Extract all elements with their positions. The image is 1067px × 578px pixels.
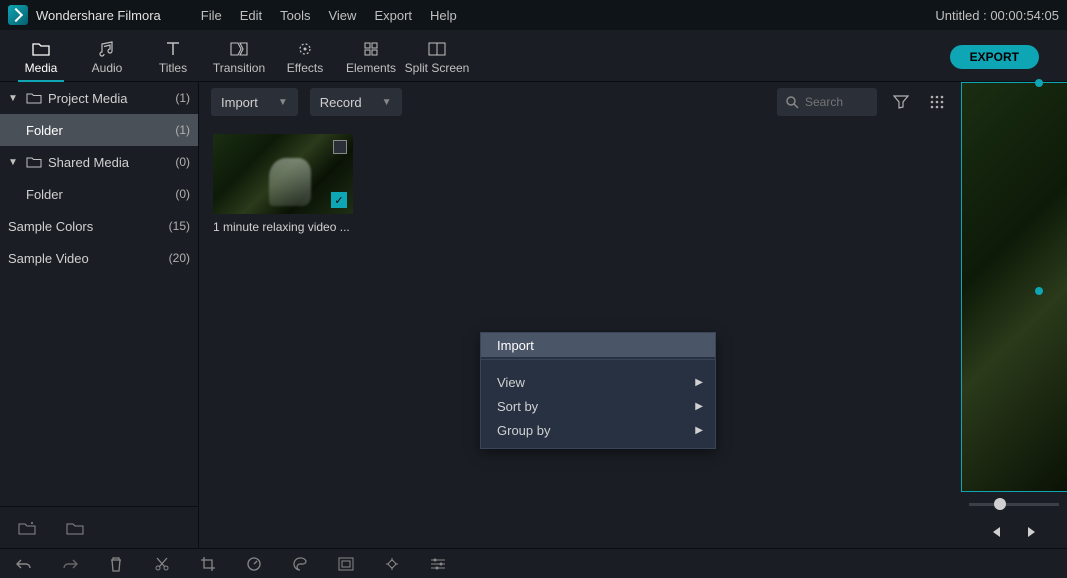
timeline-toolbar [0,548,1067,578]
speed-button[interactable] [244,554,264,574]
color-button[interactable] [290,554,310,574]
tab-titles[interactable]: Titles [140,33,206,81]
preview-controls [961,516,1067,548]
redo-button[interactable] [60,554,80,574]
search-box[interactable] [777,88,877,116]
tab-transition[interactable]: Transition [206,33,272,81]
import-dropdown[interactable]: Import ▼ [211,88,298,116]
grid-view-icon[interactable] [925,90,949,114]
media-item[interactable]: ✓ 1 minute relaxing video ... [213,134,353,234]
export-button[interactable]: EXPORT [950,45,1039,69]
ctx-import[interactable]: Import [481,333,715,357]
crop-button[interactable] [198,554,218,574]
tab-media[interactable]: Media [8,33,74,81]
ctx-sortby[interactable]: Sort by▶ [481,394,715,418]
preview-zoom-slider[interactable] [961,492,1067,516]
tree-sample-video[interactable]: Sample Video (20) [0,242,198,274]
media-thumbnail[interactable]: ✓ [213,134,353,214]
menu-export[interactable]: Export [374,8,412,23]
media-area: Import ▼ Record ▼ ✓ [198,82,961,548]
clip-type-icon [333,140,347,154]
search-input[interactable] [805,95,865,109]
tree-folder-selected[interactable]: Folder (1) [0,114,198,146]
elements-icon [363,39,379,59]
tab-audio[interactable]: Audio [74,33,140,81]
ctx-groupby[interactable]: Group by▶ [481,418,715,442]
tab-effects[interactable]: Effects [272,33,338,81]
keyframe-button[interactable] [382,554,402,574]
undo-button[interactable] [14,554,34,574]
new-folder-icon[interactable] [18,521,36,535]
folder-icon [32,39,50,59]
title-bar: Wondershare Filmora File Edit Tools View… [0,0,1067,30]
chevron-down-icon: ▼ [8,93,20,104]
chevron-right-icon: ▶ [695,377,703,388]
preview-panel [961,82,1067,548]
chevron-down-icon: ▼ [8,157,20,168]
ctx-view[interactable]: View▶ [481,370,715,394]
tab-splitscreen[interactable]: Split Screen [404,33,470,81]
filter-icon[interactable] [889,90,913,114]
prev-frame-button[interactable] [988,525,1002,539]
folder-icon [26,156,42,168]
folder-icon [26,92,42,104]
preview-viewport[interactable] [961,82,1067,492]
app-logo [8,5,28,25]
chevron-right-icon: ▶ [695,425,703,436]
separator [481,359,715,360]
tree-shared-media[interactable]: ▼ Shared Media (0) [0,146,198,178]
next-frame-button[interactable] [1026,525,1040,539]
app-title: Wondershare Filmora [36,8,161,23]
splitscreen-icon [428,39,446,59]
cut-button[interactable] [152,554,172,574]
tree-project-media[interactable]: ▼ Project Media (1) [0,82,198,114]
sidebar-bottom [0,506,198,548]
tree-sample-colors[interactable]: Sample Colors (15) [0,210,198,242]
menu-file[interactable]: File [201,8,222,23]
chevron-right-icon: ▶ [695,401,703,412]
menu-view[interactable]: View [328,8,356,23]
tool-tabs: Media Audio Titles Transition Effects El… [0,32,1067,82]
record-dropdown[interactable]: Record ▼ [310,88,402,116]
menu-help[interactable]: Help [430,8,457,23]
folder-icon[interactable] [66,521,84,535]
chevron-down-icon: ▼ [382,97,392,108]
menu-bar: File Edit Tools View Export Help [201,8,457,23]
media-tree: ▼ Project Media (1) Folder (1) ▼ Shared … [0,82,198,506]
transition-icon [230,39,248,59]
media-toolbar: Import ▼ Record ▼ [199,84,961,120]
sidebar: ▼ Project Media (1) Folder (1) ▼ Shared … [0,82,198,548]
menu-edit[interactable]: Edit [240,8,262,23]
menu-tools[interactable]: Tools [280,8,310,23]
media-label: 1 minute relaxing video ... [213,220,353,234]
search-icon [785,95,799,109]
tab-elements[interactable]: Elements [338,33,404,81]
greenscreen-button[interactable] [336,554,356,574]
effects-icon [297,39,313,59]
checkmark-icon: ✓ [331,192,347,208]
context-menu: Import View▶ Sort by▶ Group by▶ [480,332,716,449]
adjust-button[interactable] [428,554,448,574]
project-title: Untitled : 00:00:54:05 [935,8,1059,23]
text-icon [166,39,180,59]
slider-knob[interactable] [994,498,1006,510]
music-icon [99,39,115,59]
delete-button[interactable] [106,554,126,574]
tree-folder[interactable]: Folder (0) [0,178,198,210]
chevron-down-icon: ▼ [278,97,288,108]
